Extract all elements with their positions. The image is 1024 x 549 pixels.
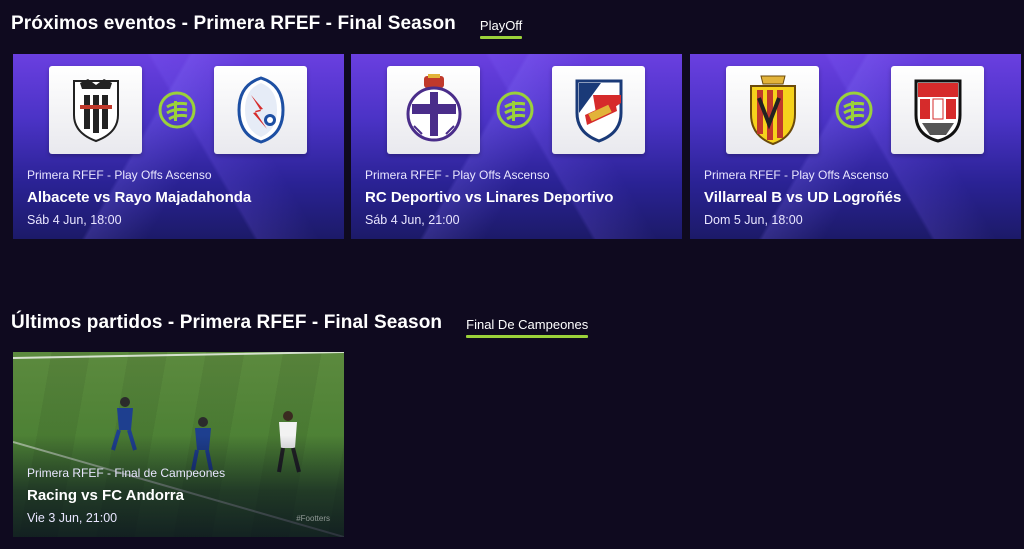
match-title: Albacete vs Rayo Majadahonda bbox=[27, 189, 252, 206]
albacete-crest-icon bbox=[49, 66, 142, 154]
upcoming-events-title: Próximos eventos - Primera RFEF - Final … bbox=[11, 13, 456, 34]
upcoming-events-header: Próximos eventos - Primera RFEF - Final … bbox=[11, 13, 523, 39]
tab-final-de-campeones[interactable]: Final De Campeones bbox=[466, 317, 589, 338]
match-date: Sáb 4 Jun, 18:00 bbox=[27, 213, 122, 227]
competition-label: Primera RFEF - Final de Campeones bbox=[27, 466, 226, 480]
primera-rfef-logo-icon bbox=[496, 91, 534, 129]
rayo-majadahonda-crest-icon bbox=[214, 66, 307, 154]
match-video-card[interactable]: #Footters Primera RFEF - Final de Campeo… bbox=[13, 352, 344, 537]
linares-deportivo-crest-icon bbox=[552, 66, 645, 154]
match-card-info: Primera RFEF - Final de Campeones Racing… bbox=[27, 466, 334, 525]
ud-logrones-crest-icon bbox=[891, 66, 984, 154]
event-card-info: Primera RFEF - Play Offs Ascenso Albacet… bbox=[27, 168, 334, 227]
event-card[interactable]: Primera RFEF - Play Offs Ascenso Villarr… bbox=[690, 54, 1021, 239]
competition-label: Primera RFEF - Play Offs Ascenso bbox=[365, 168, 550, 182]
villarreal-crest-icon bbox=[726, 66, 819, 154]
match-title: Racing vs FC Andorra bbox=[27, 487, 184, 504]
competition-label: Primera RFEF - Play Offs Ascenso bbox=[27, 168, 212, 182]
latest-matches-header: Últimos partidos - Primera RFEF - Final … bbox=[11, 312, 589, 338]
match-title: RC Deportivo vs Linares Deportivo bbox=[365, 189, 614, 206]
event-card[interactable]: Primera RFEF - Play Offs Ascenso RC Depo… bbox=[351, 54, 682, 239]
match-date: Sáb 4 Jun, 21:00 bbox=[365, 213, 460, 227]
competition-label: Primera RFEF - Play Offs Ascenso bbox=[704, 168, 889, 182]
event-card[interactable]: Primera RFEF - Play Offs Ascenso Albacet… bbox=[13, 54, 344, 239]
tab-playoff[interactable]: PlayOff bbox=[479, 18, 523, 39]
event-card-info: Primera RFEF - Play Offs Ascenso RC Depo… bbox=[365, 168, 672, 227]
match-date: Dom 5 Jun, 18:00 bbox=[704, 213, 803, 227]
rc-deportivo-crest-icon bbox=[387, 66, 480, 154]
primera-rfef-logo-icon bbox=[835, 91, 873, 129]
match-title: Villarreal B vs UD Logroñés bbox=[704, 189, 902, 206]
latest-matches-title: Últimos partidos - Primera RFEF - Final … bbox=[11, 312, 443, 333]
latest-matches-section: Últimos partidos - Primera RFEF - Final … bbox=[0, 300, 1024, 549]
primera-rfef-logo-icon bbox=[158, 91, 196, 129]
event-card-info: Primera RFEF - Play Offs Ascenso Villarr… bbox=[704, 168, 1011, 227]
match-date: Vie 3 Jun, 21:00 bbox=[27, 511, 118, 525]
upcoming-events-section: Próximos eventos - Primera RFEF - Final … bbox=[0, 0, 1024, 260]
